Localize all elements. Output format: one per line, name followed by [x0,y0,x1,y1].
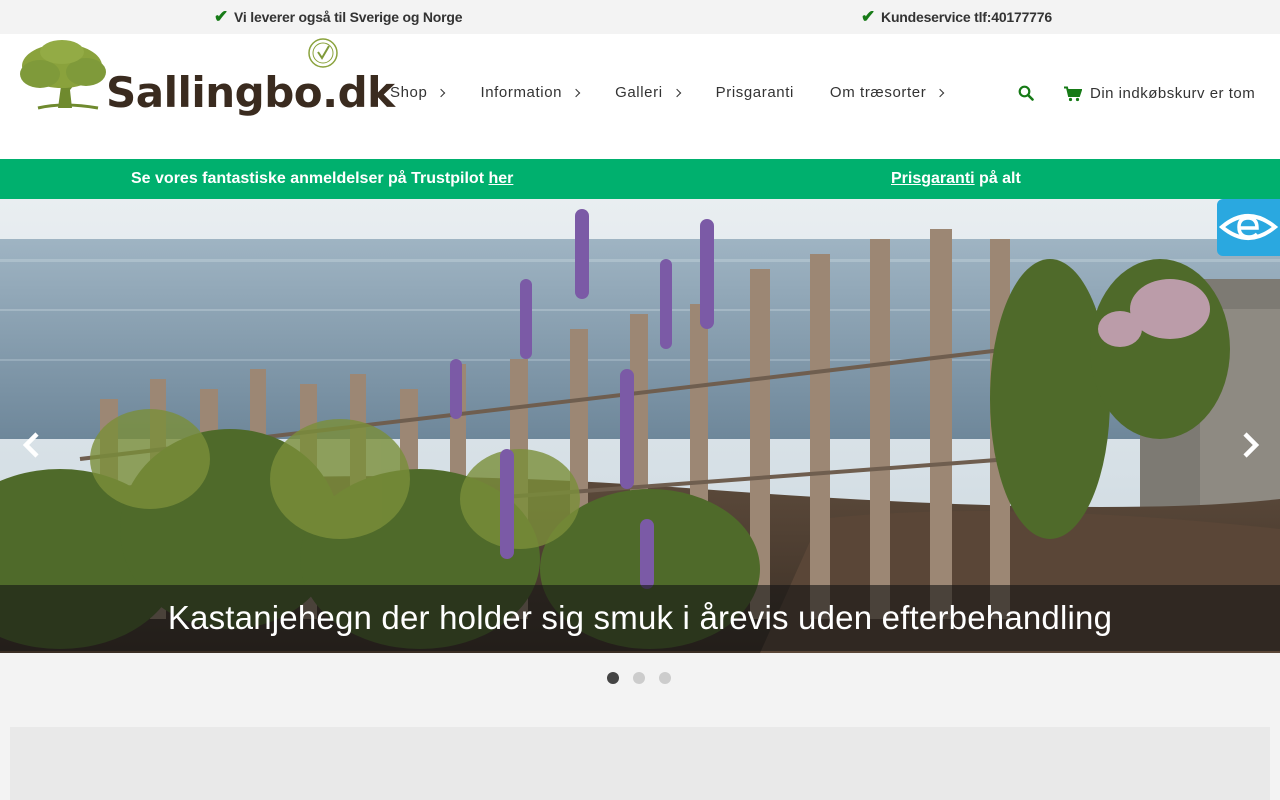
main-nav: Shop Information Galleri Prisgaranti Om … [390,84,979,101]
check-icon: ✔ [214,7,229,26]
nav-item-information[interactable]: Information [480,84,581,101]
cart-label: Din indkøbskurv er tom [1090,85,1256,102]
chevron-right-icon [571,88,581,98]
search-icon [1018,85,1034,101]
price-guarantee-link[interactable]: Prisgaranti [891,170,975,187]
slider-dot-1[interactable] [607,672,619,684]
chevron-right-icon [1243,432,1260,458]
slide-caption: Kastanjehegn der holder sig smuk i årevi… [0,585,1280,651]
nav-item-prisgaranti[interactable]: Prisgaranti [716,84,794,101]
emaerket-badge[interactable] [1217,199,1280,256]
site-header: Sallingbo.dk Shop Information Galleri Pr… [0,34,1280,159]
nav-item-label: Shop [390,84,428,101]
usp-shipping: ✔ Vi leverer også til Sverige og Norge [214,7,463,26]
chevron-right-icon [437,88,446,98]
nav-item-label: Galleri [615,84,663,101]
chevron-right-icon [936,88,945,98]
hero-slider: Kastanjehegn der holder sig smuk i årevi… [0,199,1280,653]
content-section [10,727,1270,800]
cart-button[interactable]: Din indkøbskurv er tom [1064,85,1255,102]
nav-item-label: Om træsorter [829,84,927,101]
chevron-left-icon [22,432,39,458]
usp-shipping-text: Vi leverer også til Sverige og Norge [234,8,463,25]
site-logo[interactable]: Sallingbo.dk [18,38,395,122]
top-usp-bar: ✔ Vi leverer også til Sverige og Norge ✔… [0,0,1280,34]
usp-customer-service: ✔ Kundeservice tlf:40177776 [861,8,1052,25]
chevron-right-icon [672,88,681,98]
price-guarantee-promo: Prisgaranti på alt [891,170,1021,188]
trustpilot-promo: Se vores fantastiske anmeldelser på Trus… [131,170,513,188]
promo-bar: Se vores fantastiske anmeldelser på Trus… [0,159,1280,199]
nav-item-label: Information [480,84,563,101]
slider-dot-2[interactable] [633,672,645,684]
nav-item-om-traesorter[interactable]: Om træsorter [829,84,945,101]
price-guarantee-text: på alt [974,170,1021,187]
slider-next-button[interactable] [1236,431,1264,459]
e-mark-eye-icon [1218,214,1279,240]
trustpilot-promo-text: Se vores fantastiske anmeldelser på Trus… [131,170,489,187]
usp-customer-service-text: Kundeservice tlf:40177776 [881,8,1052,25]
check-icon: ✔ [861,7,876,26]
logo-text: Sallingbo.dk [106,68,395,117]
search-button[interactable] [1018,85,1034,101]
nav-item-shop[interactable]: Shop [390,84,446,101]
trustpilot-link[interactable]: her [488,170,513,187]
slider-dot-3[interactable] [659,672,671,684]
slider-prev-button[interactable] [18,431,46,459]
nav-item-label: Prisgaranti [715,84,794,101]
cart-icon [1064,86,1082,101]
nav-item-galleri[interactable]: Galleri [615,84,681,101]
slider-dots [607,672,671,684]
